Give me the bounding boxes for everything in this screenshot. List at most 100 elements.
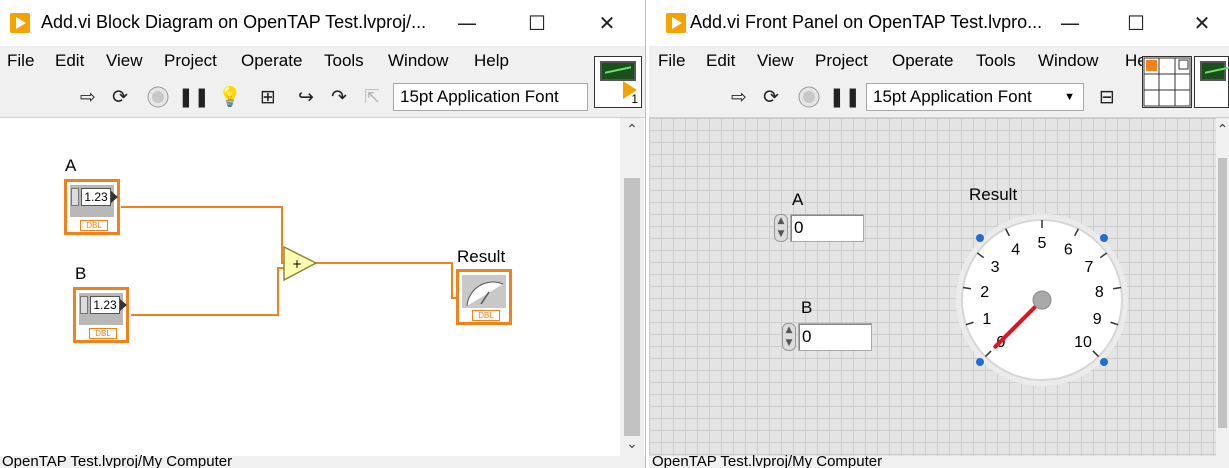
- terminal-a-type: DBL: [80, 220, 108, 231]
- menu-file[interactable]: File: [658, 51, 685, 71]
- terminal-b-label: B: [75, 264, 87, 283]
- front-panel-canvas[interactable]: A ▲▼ 0 B ▲▼ 0 Result 0 1 234 5678 910: [649, 118, 1216, 456]
- control-a-value[interactable]: 0: [790, 214, 864, 242]
- vertical-scrollbar[interactable]: ⌃ ⌄: [620, 118, 644, 456]
- gauge-tick-label: 5: [1038, 235, 1047, 252]
- minimize-button[interactable]: —: [445, 8, 489, 38]
- run-continuously-icon[interactable]: ⟳: [759, 85, 783, 109]
- run-continuously-icon[interactable]: ⟳: [108, 85, 132, 109]
- gauge-terminal-icon: [462, 275, 506, 308]
- dropdown-arrow-icon: ▼: [1064, 91, 1075, 103]
- terminal-a-value: 1.23: [81, 188, 111, 206]
- step-into-icon[interactable]: ↪: [294, 85, 318, 109]
- increment-decrement-icon[interactable]: ▲ ▼: [774, 214, 788, 242]
- gauge-tick-label: 10: [1074, 334, 1092, 351]
- title-bar[interactable]: Add.vi Block Diagram on OpenTAP Test.lvp…: [0, 0, 645, 46]
- run-arrow-icon[interactable]: ⇨: [727, 85, 751, 109]
- control-b-value[interactable]: 0: [798, 323, 872, 351]
- minimize-button[interactable]: —: [1048, 8, 1092, 38]
- result-gauge[interactable]: 012345678910: [952, 210, 1132, 390]
- terminal-a-label: A: [65, 156, 77, 175]
- vi-icon[interactable]: [1194, 56, 1229, 108]
- toolbar: ⇨ ⟳ ❚❚ 💡 ⊞ ↪ ↷ ⇱ 15pt Application Font: [0, 76, 645, 118]
- menu-window[interactable]: Window: [1038, 51, 1098, 71]
- vertical-scrollbar[interactable]: ⌃: [1216, 118, 1229, 456]
- gauge-tick-label: 7: [1084, 259, 1093, 276]
- pause-icon[interactable]: ❚❚: [178, 85, 210, 109]
- scrollbar-thumb[interactable]: [624, 178, 640, 436]
- menu-view[interactable]: View: [757, 51, 794, 71]
- vi-icon-number: 1: [631, 92, 638, 106]
- window-title: Add.vi Front Panel on OpenTAP Test.lvpro…: [690, 12, 1043, 32]
- maximize-button[interactable]: ☐: [1114, 8, 1158, 38]
- terminal-b-type: DBL: [89, 328, 117, 339]
- menu-project[interactable]: Project: [164, 51, 217, 71]
- block-diagram-window: Add.vi Block Diagram on OpenTAP Test.lvp…: [0, 0, 645, 468]
- step-out-icon[interactable]: ⇱: [360, 85, 384, 109]
- font-select[interactable]: 15pt Application Font ▼: [866, 83, 1084, 111]
- block-diagram-canvas[interactable]: + A 1.23 DBL B 1.23 DBL Result DBL: [0, 118, 620, 456]
- menu-edit[interactable]: Edit: [706, 51, 735, 71]
- terminal-b[interactable]: 1.23 DBL: [73, 287, 129, 343]
- step-over-icon[interactable]: ↷: [327, 85, 351, 109]
- scroll-down-arrow-icon[interactable]: ⌄: [620, 434, 644, 454]
- gauge-tick-label: 9: [1093, 311, 1102, 328]
- menu-operate[interactable]: Operate: [892, 51, 953, 71]
- numeric-control-b[interactable]: ▲ ▼ 0: [782, 321, 874, 353]
- gauge-tick-label: 4: [1011, 241, 1020, 258]
- status-bar: OpenTAP Test.lvproj/My Computer: [0, 453, 645, 468]
- terminal-a[interactable]: 1.23 DBL: [64, 179, 120, 235]
- gauge-tick-label: 1: [982, 311, 991, 328]
- labview-logo-icon: [10, 13, 30, 33]
- close-button[interactable]: ✕: [585, 8, 629, 38]
- gauge-label: Result: [969, 185, 1018, 204]
- control-b-label: B: [801, 298, 813, 317]
- control-a-label: A: [792, 190, 804, 209]
- align-objects-icon[interactable]: ⊟: [1095, 85, 1119, 109]
- selection-handle: [1100, 358, 1108, 366]
- terminal-result[interactable]: DBL: [456, 269, 512, 325]
- menu-file[interactable]: File: [7, 51, 34, 71]
- gauge-tick-label: 8: [1095, 284, 1104, 301]
- menu-bar: File Edit View Project Operate Tools Win…: [0, 46, 645, 76]
- menu-project[interactable]: Project: [815, 51, 868, 71]
- terminal-b-value: 1.23: [90, 296, 120, 314]
- menu-tools[interactable]: Tools: [324, 51, 364, 71]
- abort-execution-icon[interactable]: [797, 85, 821, 109]
- wire-sum: [315, 262, 457, 299]
- increment-decrement-icon[interactable]: ▲ ▼: [782, 323, 796, 351]
- menu-view[interactable]: View: [106, 51, 143, 71]
- wire-a: [121, 206, 287, 264]
- abort-execution-icon[interactable]: [146, 85, 170, 109]
- font-select-value: 15pt Application Font: [873, 87, 1032, 106]
- title-bar[interactable]: Add.vi Front Panel on OpenTAP Test.lvpro…: [649, 0, 1229, 46]
- menu-tools[interactable]: Tools: [976, 51, 1016, 71]
- close-button[interactable]: ✕: [1180, 8, 1224, 38]
- pause-icon[interactable]: ❚❚: [829, 85, 861, 109]
- window-title: Add.vi Block Diagram on OpenTAP Test.lvp…: [41, 12, 427, 32]
- scrollbar-thumb[interactable]: [1218, 158, 1227, 428]
- menu-help[interactable]: Help: [474, 51, 509, 71]
- highlight-execution-bulb-icon[interactable]: 💡: [218, 85, 242, 109]
- font-select[interactable]: 15pt Application Font: [393, 83, 588, 111]
- status-bar: OpenTAP Test.lvproj/My Computer: [649, 454, 1229, 468]
- connector-pane-icon[interactable]: [1142, 56, 1192, 108]
- wire-b: [131, 267, 287, 316]
- scroll-up-arrow-icon[interactable]: ⌃: [620, 120, 644, 140]
- menu-window[interactable]: Window: [388, 51, 448, 71]
- numeric-control-a[interactable]: ▲ ▼ 0: [774, 212, 866, 244]
- retain-wire-values-icon[interactable]: ⊞: [256, 85, 280, 109]
- scroll-up-arrow-icon[interactable]: ⌃: [1216, 120, 1229, 140]
- run-arrow-icon[interactable]: ⇨: [76, 85, 100, 109]
- gauge-tick-label: 3: [991, 259, 1000, 276]
- front-panel-window: Add.vi Front Panel on OpenTAP Test.lvpro…: [649, 0, 1229, 468]
- add-symbol: +: [292, 257, 302, 271]
- menu-edit[interactable]: Edit: [55, 51, 84, 71]
- selection-handle: [976, 358, 984, 366]
- maximize-button[interactable]: ☐: [515, 8, 559, 38]
- selection-handle: [976, 234, 984, 242]
- project-context: OpenTAP Test.lvproj/My Computer: [2, 453, 233, 468]
- gauge-hub: [1032, 290, 1052, 310]
- vi-connector-icon[interactable]: 1: [594, 56, 642, 108]
- menu-operate[interactable]: Operate: [241, 51, 302, 71]
